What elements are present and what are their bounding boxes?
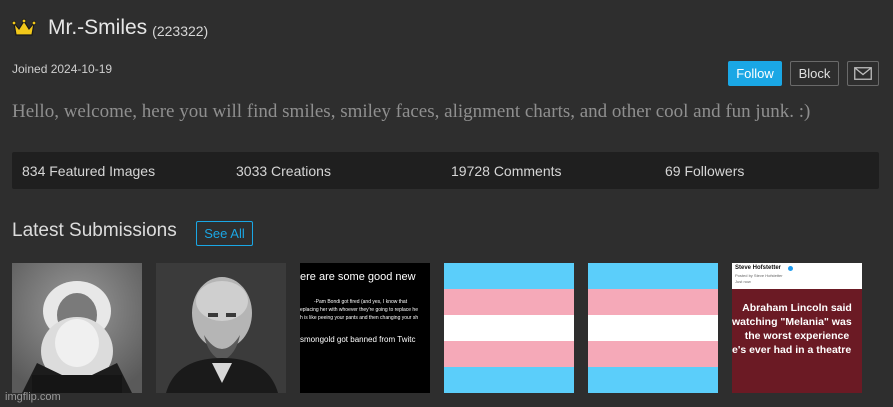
- submission-thumbnail[interactable]: [12, 263, 142, 393]
- stat-creations[interactable]: 3033 Creations: [236, 163, 331, 179]
- post-text-line: the worst experience: [744, 330, 850, 342]
- post-subtitle: Posted by Steve Hofstetter: [735, 273, 783, 278]
- post-time: Just now: [735, 279, 751, 284]
- submission-thumbnail[interactable]: Steve Hofstetter Posted by Steve Hofstet…: [732, 263, 862, 393]
- watermark: imgflip.com: [5, 391, 61, 403]
- submission-thumbnail[interactable]: [588, 263, 718, 393]
- meme-text-line: smongold got banned from Twitc: [300, 335, 416, 344]
- meme-text-heading: ere are some good new: [300, 271, 416, 283]
- meme-text-line: h is like peeing your pants and then cha…: [300, 315, 419, 321]
- post-header: Steve Hofstetter Posted by Steve Hofstet…: [732, 263, 862, 289]
- meme-text-line: eplacing her with whoever they're going …: [300, 307, 418, 313]
- crown-icon: [12, 18, 36, 36]
- stat-comments[interactable]: 19728 Comments: [451, 163, 562, 179]
- latest-submissions-heading: Latest Submissions: [12, 220, 177, 241]
- block-button[interactable]: Block: [790, 61, 839, 86]
- flag-image: [444, 263, 574, 393]
- meme-text-line: -Pam Bondi got fired (and yes, I know th…: [314, 299, 408, 305]
- submission-thumbnail[interactable]: [156, 263, 286, 393]
- post-text-line: Abraham Lincoln said: [742, 302, 852, 314]
- joined-date: Joined 2024-10-19: [12, 62, 113, 76]
- username: Mr.-Smiles: [48, 16, 148, 39]
- portrait-image: [12, 263, 142, 393]
- message-button[interactable]: [847, 61, 879, 86]
- user-points: (223322): [152, 22, 209, 39]
- profile-actions: Follow Block: [728, 61, 879, 86]
- submission-thumbnail[interactable]: [444, 263, 574, 393]
- see-all-button[interactable]: See All: [196, 221, 253, 246]
- stat-featured-images[interactable]: 834 Featured Images: [22, 163, 155, 179]
- profile-header: Mr.-Smiles (223322): [12, 16, 208, 40]
- profile-bio: Hello, welcome, here you will find smile…: [12, 101, 811, 122]
- follow-button[interactable]: Follow: [728, 61, 782, 86]
- submission-thumbnail[interactable]: ere are some good new -Pam Bondi got fir…: [300, 263, 430, 393]
- portrait-image: [156, 263, 286, 393]
- verified-badge-icon: [788, 266, 793, 271]
- post-text-line: watching "Melania" was: [732, 316, 852, 328]
- stat-followers[interactable]: 69 Followers: [665, 163, 744, 179]
- flag-image: [588, 263, 718, 393]
- envelope-icon: [854, 67, 872, 80]
- stats-bar: 834 Featured Images 3033 Creations 19728…: [12, 152, 879, 189]
- post-author: Steve Hofstetter: [735, 265, 782, 271]
- post-text-line: e's ever had in a theatre: [732, 344, 852, 356]
